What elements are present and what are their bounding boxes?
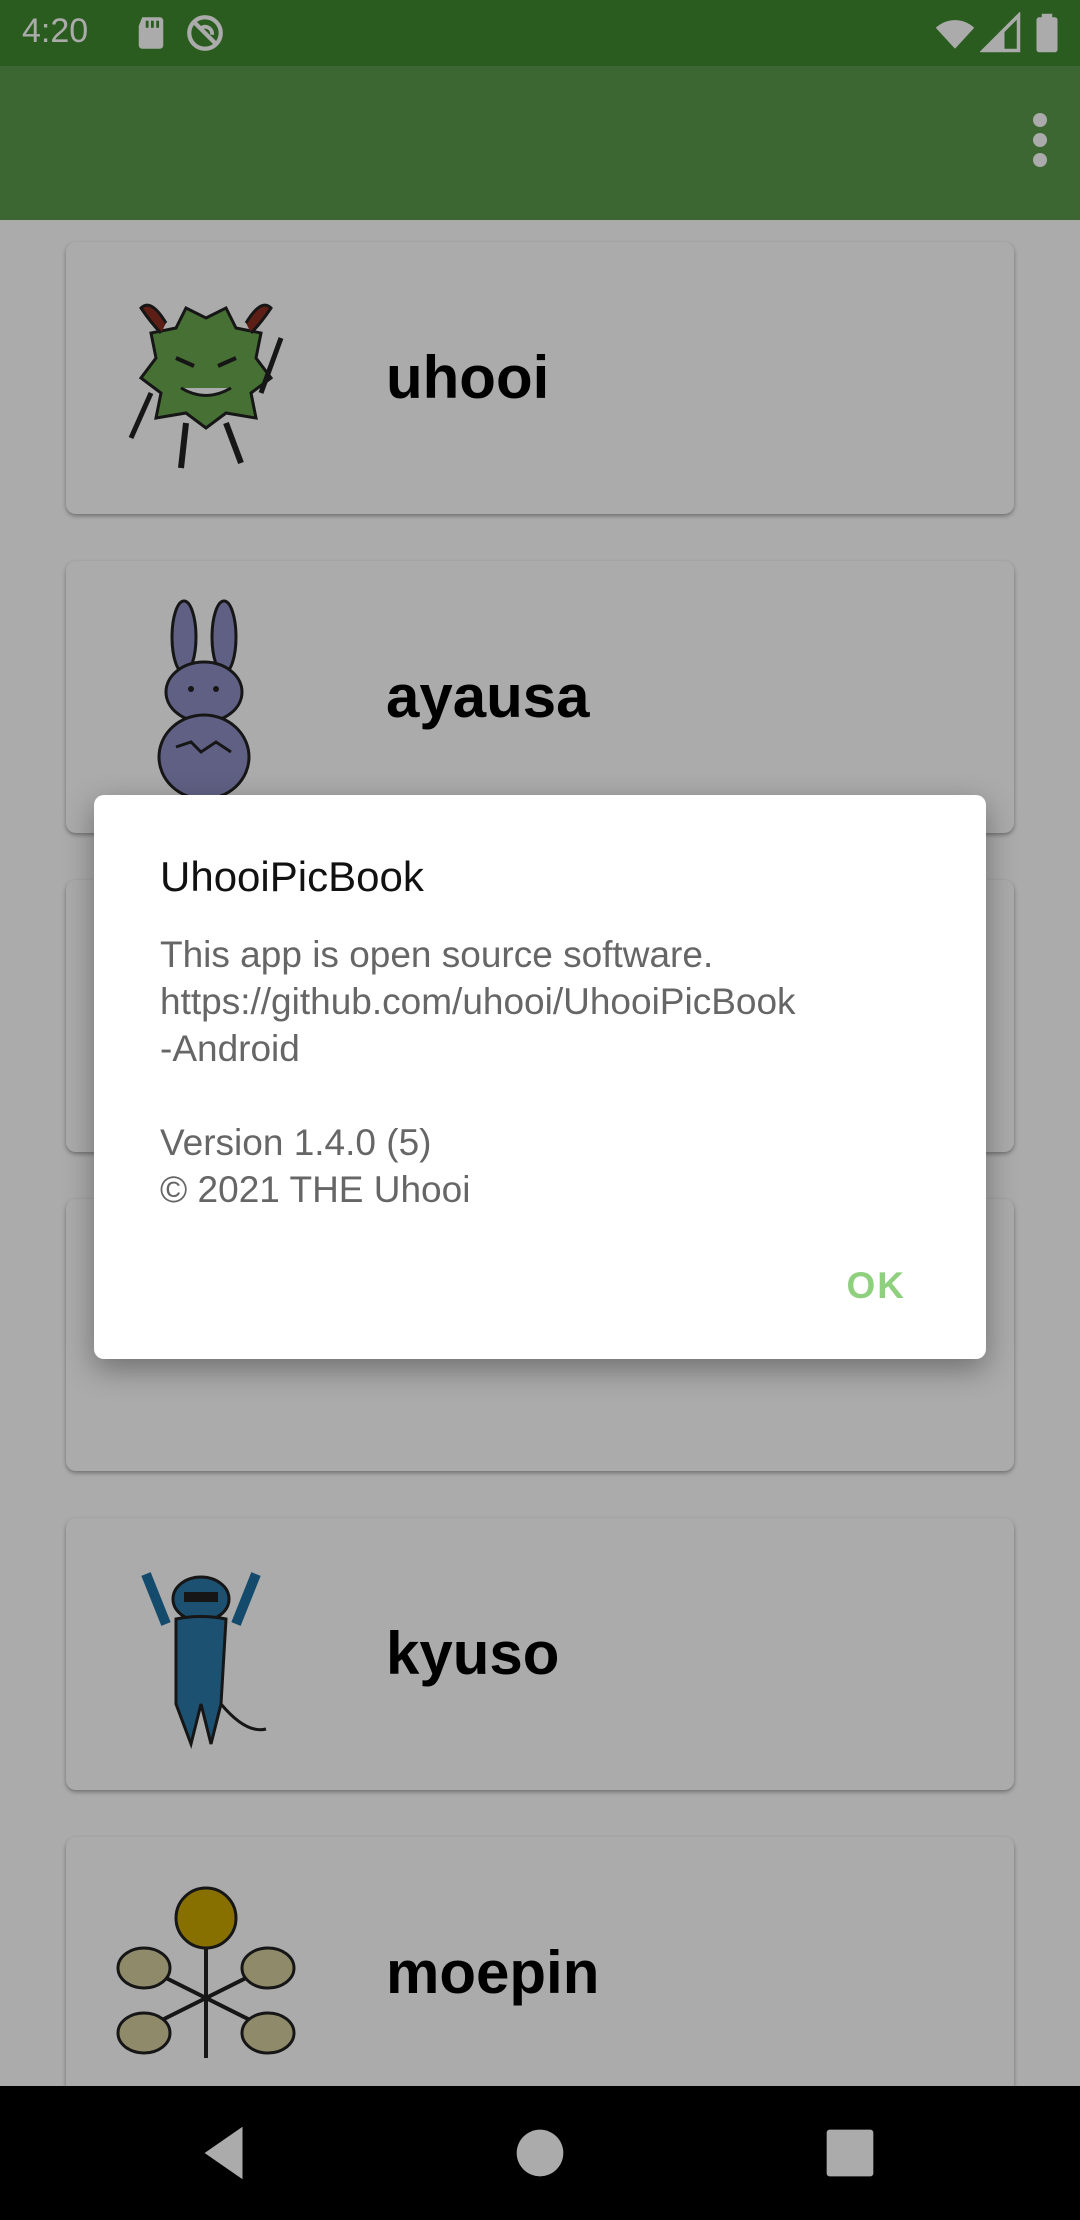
ok-button[interactable]: OK bbox=[847, 1265, 907, 1307]
about-dialog: UhooiPicBook This app is open source sof… bbox=[94, 795, 986, 1359]
dialog-title: UhooiPicBook bbox=[160, 853, 424, 900]
dialog-message: This app is open source software. https:… bbox=[160, 934, 796, 1210]
